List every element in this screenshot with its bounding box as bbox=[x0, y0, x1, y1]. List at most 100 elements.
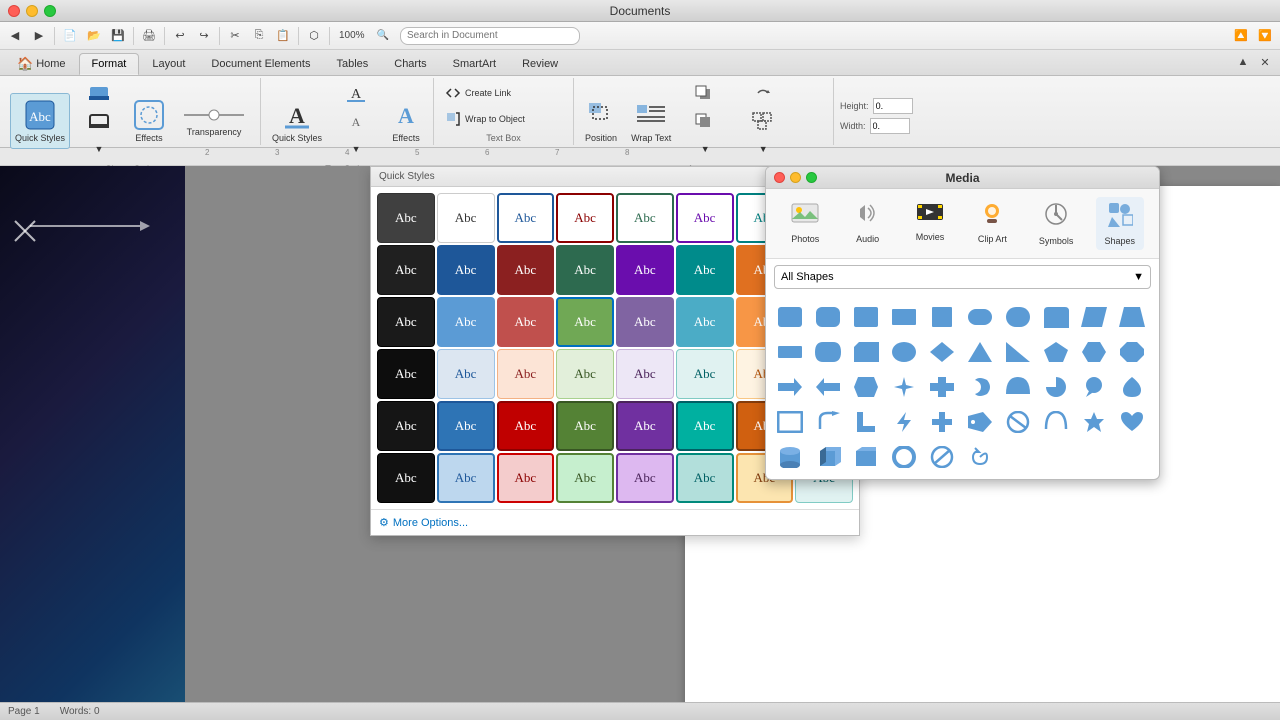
arrange-back-button[interactable] bbox=[680, 108, 730, 134]
position-button[interactable]: Position bbox=[580, 93, 622, 149]
shape-heart[interactable] bbox=[1116, 406, 1148, 438]
style-item-teal-fill[interactable]: Abc bbox=[676, 245, 734, 295]
style-item-blue-border[interactable]: Abc bbox=[497, 193, 555, 243]
copy-button[interactable]: ⎘ bbox=[248, 25, 270, 47]
media-tool-shapes[interactable]: Shapes bbox=[1096, 197, 1144, 250]
style-item-red-fill[interactable]: Abc bbox=[497, 245, 555, 295]
shape-box[interactable] bbox=[850, 441, 882, 473]
search-input[interactable] bbox=[400, 27, 580, 45]
effects-button[interactable]: Effects bbox=[128, 93, 170, 149]
shape-tab[interactable] bbox=[1040, 301, 1072, 333]
shape-crescent[interactable] bbox=[964, 371, 996, 403]
shape-star-4[interactable] bbox=[888, 371, 920, 403]
style-item-dark-4[interactable]: Abc bbox=[377, 349, 435, 399]
style-item-pale-blue[interactable]: Abc bbox=[437, 349, 495, 399]
more-options-button[interactable]: ⚙ More Options... bbox=[371, 509, 859, 535]
shape-star-5[interactable] bbox=[1078, 406, 1110, 438]
tab-format[interactable]: Format bbox=[79, 53, 140, 75]
undo-button[interactable]: ↩ bbox=[169, 25, 191, 47]
transparency-button[interactable]: Transparency bbox=[174, 93, 254, 149]
style-item-red-border[interactable]: Abc bbox=[556, 193, 614, 243]
zoom-btn[interactable]: 100% 🔍 bbox=[334, 25, 394, 47]
media-tool-symbols[interactable]: Symbols bbox=[1031, 197, 1082, 250]
shape-swirl[interactable] bbox=[964, 441, 996, 473]
media-minimize-button[interactable] bbox=[790, 172, 801, 183]
shape-square[interactable] bbox=[926, 301, 958, 333]
shape-arrow-curve[interactable] bbox=[812, 406, 844, 438]
collapse-ribbon-button[interactable]: 🔼 bbox=[1230, 25, 1252, 47]
shape-right-triangle[interactable] bbox=[1002, 336, 1034, 368]
style-item-mid-red[interactable]: Abc bbox=[497, 401, 555, 451]
shape-no-symbol[interactable] bbox=[1002, 406, 1034, 438]
create-link-button[interactable]: Create Link bbox=[440, 82, 567, 104]
shape-arrow-left[interactable] bbox=[812, 371, 844, 403]
shape-semicircle[interactable] bbox=[1002, 371, 1034, 403]
shapes-button[interactable]: ⬡ bbox=[303, 25, 325, 47]
shape-lightning[interactable] bbox=[888, 406, 920, 438]
tab-review[interactable]: Review bbox=[509, 53, 571, 75]
style-item-light-green-selected[interactable]: Abc bbox=[556, 297, 614, 347]
shape-snip-rect[interactable] bbox=[850, 336, 882, 368]
back-button[interactable]: ◀ bbox=[4, 25, 26, 47]
shape-octagon[interactable] bbox=[1116, 336, 1148, 368]
close-button[interactable] bbox=[8, 5, 20, 17]
style-item-green-border[interactable]: Abc bbox=[616, 193, 674, 243]
ribbon-toggle-button[interactable]: ▲ bbox=[1232, 51, 1254, 73]
style-item-plain-1[interactable]: Abc bbox=[437, 193, 495, 243]
style-item-mid-blue[interactable]: Abc bbox=[437, 401, 495, 451]
shape-stadium[interactable] bbox=[812, 336, 844, 368]
save-button[interactable]: 💾 bbox=[107, 25, 129, 47]
style-item-light-blue[interactable]: Abc bbox=[437, 297, 495, 347]
style-item-highlight-green[interactable]: Abc bbox=[556, 453, 614, 503]
shape-tag[interactable] bbox=[964, 406, 996, 438]
open-button[interactable]: 📂 bbox=[83, 25, 105, 47]
shape-hexagon[interactable] bbox=[1078, 336, 1110, 368]
print-button[interactable]: 🖨 bbox=[138, 25, 160, 47]
text-quick-styles-button[interactable]: A Quick Styles bbox=[267, 93, 327, 149]
style-item-light-purple[interactable]: Abc bbox=[616, 297, 674, 347]
style-item-purple-fill[interactable]: Abc bbox=[616, 245, 674, 295]
shape-L[interactable] bbox=[850, 406, 882, 438]
cut-button[interactable]: ✂ bbox=[224, 25, 246, 47]
wrap-to-object-button[interactable]: Wrap to Object bbox=[440, 108, 567, 130]
minimize-button[interactable] bbox=[26, 5, 38, 17]
media-tool-movies[interactable]: Movies bbox=[906, 197, 954, 250]
style-item-purple-border[interactable]: Abc bbox=[676, 193, 734, 243]
shape-parallelogram[interactable] bbox=[1078, 301, 1110, 333]
shape-teardrop[interactable] bbox=[1116, 371, 1148, 403]
style-item-light-red[interactable]: Abc bbox=[497, 297, 555, 347]
tab-charts[interactable]: Charts bbox=[381, 53, 439, 75]
shape-plus[interactable] bbox=[926, 406, 958, 438]
paste-button[interactable]: 📋 bbox=[272, 25, 294, 47]
style-item-dark-6[interactable]: Abc bbox=[377, 453, 435, 503]
shape-frame[interactable] bbox=[774, 406, 806, 438]
shape-ban[interactable] bbox=[926, 441, 958, 473]
shape-fill-button[interactable] bbox=[74, 80, 124, 106]
tab-smartart[interactable]: SmartArt bbox=[440, 53, 509, 75]
shape-circle[interactable] bbox=[888, 336, 920, 368]
shape-pentagon[interactable] bbox=[1040, 336, 1072, 368]
tab-home[interactable]: 🏠 Home bbox=[4, 53, 79, 75]
shape-rounded-rect-4[interactable] bbox=[1002, 301, 1034, 333]
ribbon-close-button[interactable]: ✕ bbox=[1254, 51, 1276, 73]
shape-pie[interactable] bbox=[1040, 371, 1072, 403]
style-item-highlight-teal[interactable]: Abc bbox=[676, 453, 734, 503]
text-style-1[interactable]: A bbox=[331, 80, 381, 106]
style-item-dark-2[interactable]: Abc bbox=[377, 245, 435, 295]
width-input[interactable] bbox=[870, 118, 910, 134]
media-tool-audio[interactable]: Audio bbox=[844, 197, 892, 250]
expand-ribbon-button[interactable]: 🔽 bbox=[1254, 25, 1276, 47]
shape-outline-button[interactable] bbox=[74, 108, 124, 134]
new-document-button[interactable]: 📄 bbox=[59, 25, 81, 47]
tab-document-elements[interactable]: Document Elements bbox=[198, 53, 323, 75]
style-item-dark-5[interactable]: Abc bbox=[377, 401, 435, 451]
style-item-pale-teal[interactable]: Abc bbox=[676, 349, 734, 399]
style-item-mid-teal[interactable]: Abc bbox=[676, 401, 734, 451]
shape-trapezoid[interactable] bbox=[1116, 301, 1148, 333]
style-item-dark-3[interactable]: Abc bbox=[377, 297, 435, 347]
quick-styles-shape-button[interactable]: Abc Quick Styles bbox=[10, 93, 70, 149]
style-item-mid-purple[interactable]: Abc bbox=[616, 401, 674, 451]
shape-ring[interactable] bbox=[888, 441, 920, 473]
style-item-green-fill[interactable]: Abc bbox=[556, 245, 614, 295]
style-item-mid-green[interactable]: Abc bbox=[556, 401, 614, 451]
